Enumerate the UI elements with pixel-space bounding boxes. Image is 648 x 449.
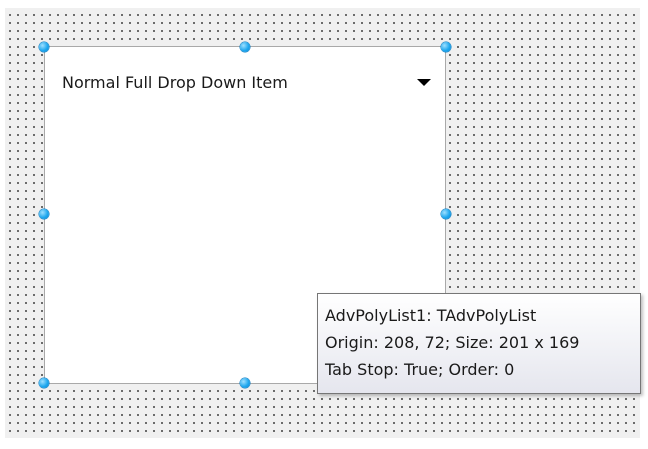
resize-handle-bottom-center[interactable] [240,378,250,388]
drop-down-item[interactable]: Normal Full Drop Down Item [62,71,434,93]
drop-down-item-label: Normal Full Drop Down Item [62,73,288,92]
resize-handle-middle-left[interactable] [39,209,49,219]
component-info-tooltip: AdvPolyList1: TAdvPolyList Origin: 208, … [317,293,641,394]
tooltip-origin-size: Origin: 208, 72; Size: 201 x 169 [325,333,580,352]
resize-handle-bottom-left[interactable] [39,378,49,388]
resize-handle-middle-right[interactable] [441,209,451,219]
resize-handle-top-left[interactable] [39,42,49,52]
chevron-down-icon[interactable] [417,79,431,86]
tooltip-component-name: AdvPolyList1: TAdvPolyList [325,306,537,325]
resize-handle-top-center[interactable] [240,42,250,52]
resize-handle-top-right[interactable] [441,42,451,52]
tooltip-tab-order: Tab Stop: True; Order: 0 [325,360,515,379]
